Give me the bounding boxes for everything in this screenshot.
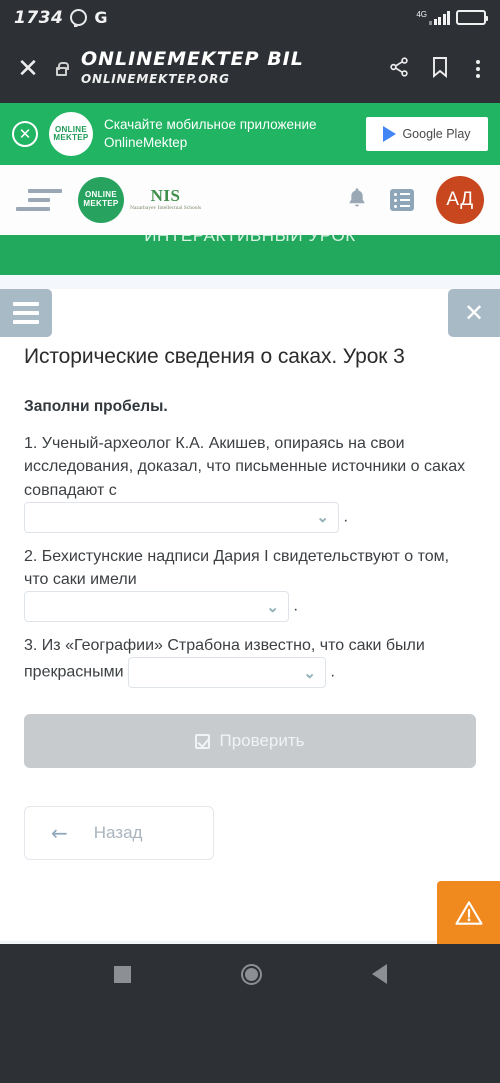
report-problem-button[interactable]	[437, 881, 500, 944]
lesson-type-bar: ИНТЕРАКТИВНЫЙ УРОК	[0, 235, 500, 275]
chevron-down-icon: ⌄	[316, 509, 329, 527]
check-button-label: Проверить	[219, 731, 305, 751]
question-3-select[interactable]: ⌄	[127, 657, 326, 689]
avatar[interactable]: АД	[436, 176, 484, 224]
lesson-content: Исторические сведения о саках. Урок 3 За…	[0, 337, 500, 689]
question-2: 2. Бехистунские надписи Дария I свидетел…	[24, 545, 476, 623]
browser-actions	[388, 55, 486, 84]
share-icon[interactable]	[388, 56, 410, 83]
header-logos: ONLINE MEKTEP NIS Nazarbayev Intellectua…	[78, 177, 201, 223]
warning-triangle-icon	[454, 900, 483, 925]
question-1: 1. Ученый-археолог К.А. Акишев, опираясь…	[24, 432, 476, 533]
lesson-type-label: ИНТЕРАКТИВНЫЙ УРОК	[144, 235, 356, 245]
status-bar: 1734 G 4G	[0, 0, 500, 35]
status-time: 1734	[14, 7, 64, 28]
android-nav-bar	[0, 944, 500, 1004]
question-2-period: .	[293, 597, 298, 615]
back-button[interactable]: ← Назад	[24, 806, 214, 861]
banner-message: Скачайте мобильное приложение OnlineMekt…	[104, 116, 317, 150]
close-icon: ✕	[463, 299, 485, 327]
whatsapp-icon	[70, 9, 88, 27]
close-button[interactable]: ✕	[448, 289, 500, 337]
lesson-card: ✕ Исторические сведения о саках. Урок 3 …	[0, 289, 500, 941]
header-actions: АД	[346, 176, 484, 224]
onlinemektep-logo-icon: ONLINE MEKTEP	[49, 112, 93, 156]
status-bar-right: 4G	[416, 10, 488, 25]
task-label: Заполни пробелы.	[24, 398, 168, 416]
url-bar[interactable]: ONLINEMEKTEP BIL ONLINEMEKTEP.ORG	[81, 48, 374, 88]
banner-logo-line2: MEKTEP	[53, 133, 89, 142]
close-icon[interactable]: ✕	[14, 56, 42, 82]
hamburger-icon	[13, 302, 39, 324]
signal-bars-icon	[429, 11, 450, 25]
question-1-text: 1. Ученый-археолог К.А. Акишев, опираясь…	[24, 435, 466, 499]
indent-menu-icon[interactable]	[16, 189, 62, 211]
battery-icon	[456, 10, 488, 25]
site-header: ONLINE MEKTEP NIS Nazarbayev Intellectua…	[0, 165, 500, 235]
arrow-left-icon: ←	[51, 821, 68, 846]
google-play-icon	[383, 126, 397, 142]
page-title: ONLINEMEKTEP BIL	[81, 48, 304, 70]
page-url: ONLINEMEKTEP.ORG	[81, 72, 230, 86]
recents-button[interactable]	[113, 965, 131, 983]
menu-button[interactable]	[0, 289, 52, 337]
list-icon[interactable]	[390, 189, 414, 211]
browser-toolbar: ✕ ONLINEMEKTEP BIL ONLINEMEKTEP.ORG	[0, 35, 500, 103]
phone-screen: 1734 G 4G ✕ ONLINEMEKTEP BIL ONLINEMEKTE…	[0, 0, 500, 1083]
onlinemektep-logo-icon[interactable]: ONLINE MEKTEP	[78, 177, 124, 223]
question-2-text: 2. Бехистунские надписи Дария I свидетел…	[24, 547, 450, 589]
question-3-period: .	[330, 664, 335, 682]
question-1-period: .	[343, 508, 348, 526]
back-button-label: Назад	[93, 823, 143, 843]
nis-logo-icon: NIS Nazarbayev Intellectual Schools	[130, 187, 201, 212]
app-download-banner: ✕ ONLINE MEKTEP Скачайте мобильное прило…	[0, 103, 500, 165]
checkbox-checked-icon	[195, 733, 211, 749]
google-play-label: Google Play	[402, 127, 471, 141]
signal-icon: 4G	[416, 11, 450, 25]
question-3: 3. Из «Географии» Страбона известно, что…	[24, 634, 476, 689]
nis-subtitle: Nazarbayev Intellectual Schools	[130, 205, 202, 212]
network-type-label: 4G	[416, 10, 427, 19]
question-1-select[interactable]: ⌄	[24, 501, 339, 533]
question-2-select[interactable]: ⌄	[24, 591, 289, 623]
check-button[interactable]: Проверить	[24, 714, 476, 769]
chevron-down-icon: ⌄	[303, 664, 316, 682]
chevron-down-icon: ⌄	[266, 598, 279, 616]
page-title: Исторические сведения о саках. Урок 3	[24, 345, 405, 368]
lock-icon	[56, 61, 69, 76]
header-logo-line2: MEKTEP	[83, 199, 119, 208]
back-button-nav[interactable]	[371, 964, 387, 984]
card-toolbar: ✕	[0, 289, 500, 337]
nis-title: NIS	[150, 186, 181, 206]
home-button[interactable]	[240, 963, 262, 985]
more-vertical-icon[interactable]	[470, 60, 486, 78]
banner-close-icon[interactable]: ✕	[12, 121, 38, 147]
carrier-letter: G	[94, 8, 108, 27]
status-bar-left: 1734 G	[14, 8, 107, 28]
page-body: ✕ Исторические сведения о саках. Урок 3 …	[0, 275, 500, 944]
bell-icon[interactable]	[346, 186, 368, 215]
google-play-button[interactable]: Google Play	[366, 117, 488, 151]
bookmark-icon[interactable]	[430, 55, 450, 84]
